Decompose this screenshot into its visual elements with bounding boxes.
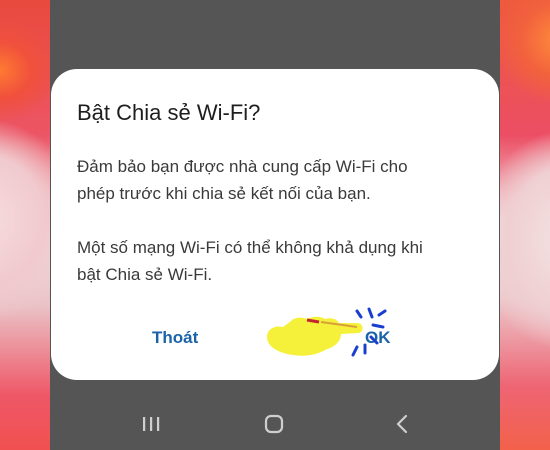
dialog-message: Đảm bảo bạn được nhà cung cấp Wi-Fi cho … [77, 153, 477, 315]
dialog-message-permission: Đảm bảo bạn được nhà cung cấp Wi-Fi cho … [77, 157, 408, 203]
dialog-title: Bật Chia sẻ Wi-Fi? [77, 100, 261, 125]
navigation-bar [50, 398, 500, 450]
wifi-share-dialog: Bật Chia sẻ Wi-Fi? Đảm bảo bạn được nhà … [51, 69, 499, 380]
pointing-hand-icon [267, 307, 387, 357]
wallpaper-right [498, 0, 550, 450]
back-icon[interactable] [388, 412, 418, 436]
wallpaper-left [0, 0, 52, 450]
home-icon[interactable] [259, 412, 289, 436]
recents-icon[interactable] [136, 412, 166, 436]
dialog-message-availability: Một số mạng Wi-Fi có thể không khả dụng … [77, 238, 423, 284]
cancel-button[interactable]: Thoát [152, 328, 198, 348]
